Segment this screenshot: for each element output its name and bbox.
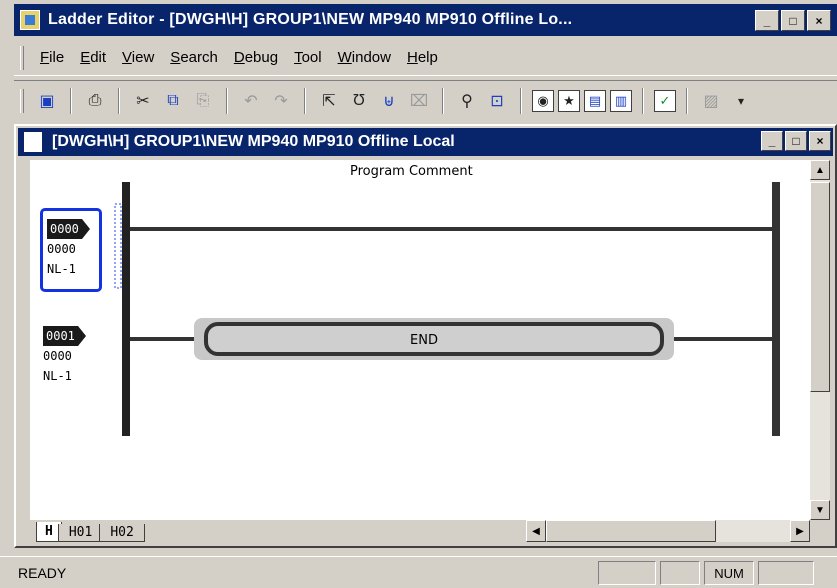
app-window: Ladder Editor - [DWGH\H] GROUP1\NEW MP94… [14,0,837,588]
document-title: [DWGH\H] GROUP1\NEW MP940 MP910 Offline … [52,133,455,150]
paste-icon[interactable]: ⎘ [190,88,216,114]
document-window-controls: _ □ × [761,131,831,151]
app-titlebar[interactable]: Ladder Editor - [DWGH\H] GROUP1\NEW MP94… [14,4,837,36]
rung-network-label: NL-1 [47,262,76,276]
delete-connection-icon[interactable]: ⌧ [406,88,432,114]
save-icon[interactable]: ▣ [34,88,60,114]
maximize-button[interactable]: □ [781,10,805,31]
program-comment: Program Comment [350,164,473,179]
print-icon[interactable]: ⎙ [82,88,108,114]
contact-icon[interactable]: Ʊ [346,88,372,114]
toolbar-separator [118,87,120,114]
menu-help[interactable]: Help [399,49,446,66]
crossref-icon[interactable]: ▥ [610,89,632,112]
dropdown-icon[interactable]: ▾ [728,88,754,114]
menu-edit[interactable]: Edit [72,49,114,66]
toolbar: ▣ ⎙ ✂ ⧉ ⎘ ↶ ↷ ⇱ Ʊ ⊎ ⌧ ⚲ ⊡ ◉ ★ ▤ ▥ ✓ ▨ ▾ [14,80,837,120]
toolbar-separator [304,87,306,114]
document-titlebar[interactable]: [DWGH\H] GROUP1\NEW MP940 MP910 Offline … [18,128,833,156]
menu-window[interactable]: Window [330,49,399,66]
toolbar-separator [642,87,644,114]
redo-icon[interactable]: ↷ [268,88,294,114]
status-text: READY [18,565,67,581]
rail-selection-marker [114,203,122,289]
menu-tool[interactable]: Tool [286,49,330,66]
scroll-down-button[interactable]: ▼ [810,500,830,520]
app-window-controls: _ □ × [755,10,831,31]
vertical-scrollbar[interactable]: ▲ ▼ [810,160,830,520]
menu-file[interactable]: File [32,49,72,66]
scroll-up-button[interactable]: ▲ [810,160,830,180]
step-number: 0000 [47,219,90,239]
document-icon[interactable] [24,132,42,152]
document-maximize-button[interactable]: □ [785,131,807,151]
zoom-icon[interactable]: ⊡ [484,88,510,114]
tab-h02[interactable]: H02 [99,524,145,542]
minimize-button[interactable]: _ [755,10,779,31]
status-panel-2 [660,561,700,585]
monitor-icon[interactable]: ◉ [532,89,554,112]
toolbar-separator [70,87,72,114]
ladder-canvas[interactable]: Program Comment 0000 0000 NL-1 0001 0000… [30,160,810,520]
find-icon[interactable]: ⚲ [454,88,480,114]
rung-line-count: 0000 [43,349,72,363]
ladder-document-window: [DWGH\H] GROUP1\NEW MP940 MP910 Offline … [14,124,837,548]
rung-line-count: 0000 [47,242,76,256]
tab-h01[interactable]: H01 [57,524,104,542]
select-pointer-icon[interactable]: ⇱ [316,88,342,114]
rung-number-1[interactable]: 0001 0000 NL-1 [43,326,105,386]
undo-icon[interactable]: ↶ [238,88,264,114]
menu-debug[interactable]: Debug [226,49,286,66]
close-button[interactable]: × [807,10,831,31]
toolbar-separator [520,87,522,114]
status-bar: READY NUM [0,556,837,588]
star-icon[interactable]: ★ [558,89,580,112]
scroll-right-button[interactable]: ▶ [790,520,810,542]
end-label: END [410,333,438,348]
rung-1-line-right[interactable] [660,337,772,341]
horizontal-scrollbar[interactable]: ◀ ▶ [526,520,810,542]
app-icon[interactable] [20,10,40,30]
scroll-left-button[interactable]: ◀ [526,520,546,542]
toolbar-grip[interactable] [20,88,24,113]
rung-0-line[interactable] [130,227,772,231]
vertical-scroll-thumb[interactable] [810,182,830,392]
rung-number-0[interactable]: 0000 0000 NL-1 [40,208,102,292]
toolbar-separator [226,87,228,114]
app-title: Ladder Editor - [DWGH\H] GROUP1\NEW MP94… [48,11,573,28]
document-minimize-button[interactable]: _ [761,131,783,151]
step-number: 0001 [43,326,86,346]
toolbar-separator [442,87,444,114]
menubar-grip[interactable] [20,45,24,70]
right-power-rail [772,182,780,436]
status-panel-4 [758,561,814,585]
menu-bar: File Edit View Search Debug Tool Window … [14,40,837,76]
status-panel-1 [598,561,656,585]
left-power-rail [122,182,130,436]
sheet-tab-strip: H H01 H02 [30,520,526,542]
register-list-icon[interactable]: ▤ [584,89,606,112]
menu-view[interactable]: View [114,49,162,66]
toolbar-separator [686,87,688,114]
disabled-icon[interactable]: ▨ [698,88,724,114]
horizontal-scroll-thumb[interactable] [546,520,716,542]
menu-search[interactable]: Search [162,49,226,66]
cut-icon[interactable]: ✂ [130,88,156,114]
copy-icon[interactable]: ⧉ [160,88,186,114]
num-lock-indicator: NUM [704,561,754,585]
checkbox-icon[interactable]: ✓ [654,89,676,112]
coil-icon[interactable]: ⊎ [376,88,402,114]
rung-network-label: NL-1 [43,369,72,383]
document-close-button[interactable]: × [809,131,831,151]
